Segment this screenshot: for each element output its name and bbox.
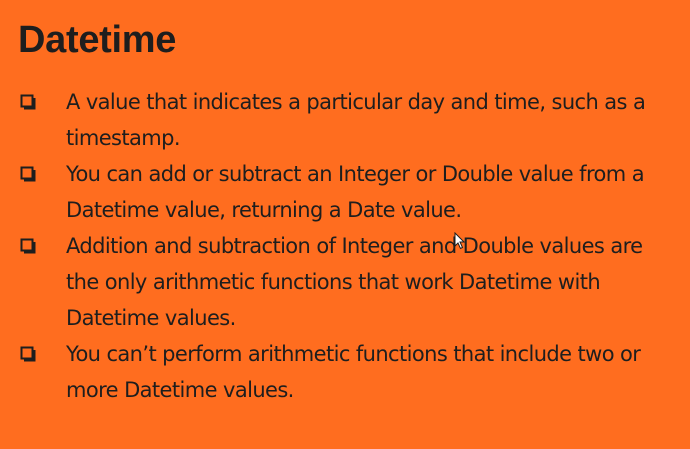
bullet-text: A value that indicates a particular day …: [66, 90, 646, 150]
bullet-item: Addition and subtraction of Integer and …: [20, 228, 670, 336]
checkbox-bullet-icon: [20, 336, 66, 372]
checkbox-bullet-icon: [20, 84, 66, 120]
bullet-item: A value that indicates a particular day …: [20, 84, 670, 156]
checkbox-bullet-icon: [20, 228, 66, 264]
checkbox-bullet-icon: [20, 156, 66, 192]
bullet-item: You can’t perform arithmetic functions t…: [20, 336, 670, 408]
text-cursor-icon: [454, 232, 466, 250]
bullet-text: Addition and subtraction of Integer and …: [66, 234, 643, 330]
slide: Datetime A value that indicates a partic…: [0, 0, 690, 449]
bullet-item: You can add or subtract an Integer or Do…: [20, 156, 670, 228]
bullet-list: A value that indicates a particular day …: [20, 84, 670, 408]
slide-title: Datetime: [18, 19, 177, 61]
bullet-text: You can add or subtract an Integer or Do…: [66, 162, 645, 222]
bullet-text: You can’t perform arithmetic functions t…: [66, 342, 641, 402]
